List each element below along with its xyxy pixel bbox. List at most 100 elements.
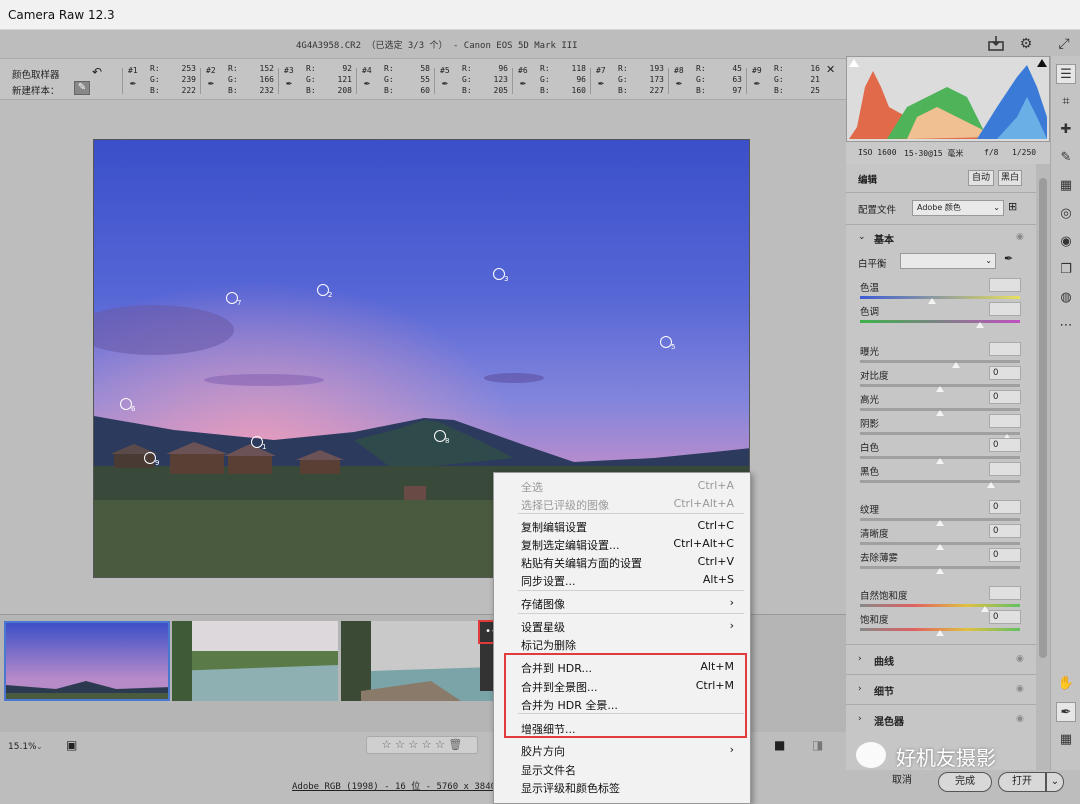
slider-value-input[interactable]: 0	[989, 438, 1021, 452]
filmstrip-options-icon[interactable]: ▣	[66, 738, 77, 752]
wb-eyedropper-icon[interactable]: ✒	[1004, 252, 1013, 265]
menu-item[interactable]: 显示文件名	[494, 760, 752, 778]
slider-value-input[interactable]	[989, 462, 1021, 476]
menu-item[interactable]: 同步设置... Alt+S	[494, 571, 752, 589]
thumbnail-2[interactable]	[172, 621, 338, 701]
sampler-pin-icon[interactable]: ✒	[130, 78, 136, 89]
profile-select[interactable]: Adobe 颜色 ⌄	[912, 200, 1004, 216]
menu-item[interactable]: 复制编辑设置 Ctrl+C	[494, 517, 752, 535]
menu-item[interactable]: 粘贴有关编辑方面的设置 Ctrl+V	[494, 553, 752, 571]
slider-handle[interactable]	[936, 386, 944, 392]
slider-track[interactable]	[860, 480, 1020, 483]
slider-handle[interactable]	[987, 482, 996, 488]
menu-item[interactable]: 标记为删除	[494, 635, 752, 653]
white-balance-select[interactable]: ⌄	[900, 253, 996, 269]
detail-section-title[interactable]: 细节	[874, 683, 894, 698]
hand-icon[interactable]: ✋	[1056, 674, 1076, 694]
zoom-level[interactable]: 15.1%	[8, 742, 37, 752]
slider-handle[interactable]	[980, 606, 989, 612]
sampler-pin-icon[interactable]: ✒	[520, 78, 526, 89]
edit-sliders-icon[interactable]: ☰	[1056, 64, 1076, 84]
crop-icon[interactable]: ⌗	[1056, 92, 1076, 112]
menu-item[interactable]: 存储图像 ›	[494, 594, 752, 612]
star-rating-stars[interactable]: ☆ ☆ ☆ ☆ ☆	[382, 738, 445, 751]
sampler-pin-icon[interactable]: ✒	[364, 78, 370, 89]
thumbnail-3[interactable]	[341, 621, 493, 701]
highlight-clipping-icon[interactable]	[1037, 59, 1047, 67]
snapshots-icon[interactable]: ❐	[1056, 260, 1076, 280]
slider-track[interactable]	[860, 320, 1020, 323]
slider-handle[interactable]	[928, 298, 936, 304]
slider-value-input[interactable]: 0	[989, 548, 1021, 562]
healing-icon[interactable]: ✚	[1056, 120, 1076, 140]
visibility-icon[interactable]: ◉	[1016, 232, 1024, 242]
sampler-pin-icon[interactable]: ✒	[286, 78, 292, 89]
visibility-icon[interactable]: ◉	[1016, 714, 1024, 724]
sampler-pin-icon[interactable]: ✒	[442, 78, 448, 89]
slider-value-input[interactable]	[989, 302, 1021, 316]
sampler-pin-icon[interactable]: ✒	[598, 78, 604, 89]
eyedropper-icon[interactable]: ✎	[74, 81, 90, 95]
slider-value-input[interactable]: 0	[989, 500, 1021, 514]
slider-handle[interactable]	[936, 410, 944, 416]
sample-marker-icon[interactable]: 2	[317, 284, 332, 299]
fullscreen-icon[interactable]: ⤢	[1054, 34, 1074, 54]
slider-handle[interactable]	[952, 362, 960, 368]
slider-value-input[interactable]	[989, 414, 1021, 428]
sampler-pin-icon[interactable]: ✒	[208, 78, 214, 89]
sampler-pin-icon[interactable]: ✒	[754, 78, 760, 89]
chevron-down-icon[interactable]: ⌄	[858, 232, 866, 242]
slider-handle[interactable]	[936, 458, 944, 464]
presets-icon[interactable]: ◍	[1056, 288, 1076, 308]
star-rating[interactable]: ☆ ☆ ☆ ☆ ☆ 🗑	[366, 736, 478, 754]
slider-handle[interactable]	[936, 520, 944, 526]
before-after-icon[interactable]: ◨	[812, 738, 823, 752]
slider-track[interactable]	[860, 360, 1020, 363]
open-button[interactable]: 打开	[998, 772, 1046, 792]
slider-handle[interactable]	[976, 322, 984, 328]
slider-track[interactable]	[860, 432, 1020, 435]
gradient-icon[interactable]: ▦	[1056, 176, 1076, 196]
chevron-right-icon[interactable]: ›	[858, 714, 862, 724]
slider-track[interactable]	[860, 296, 1020, 299]
bw-button[interactable]: 黑白	[998, 170, 1022, 186]
radial-filter-icon[interactable]: ◎	[1056, 204, 1076, 224]
chevron-right-icon[interactable]: ›	[858, 684, 862, 694]
visibility-icon[interactable]: ◉	[1016, 684, 1024, 694]
red-eye-icon[interactable]: ◉	[1056, 232, 1076, 252]
view-mode-icon[interactable]: ■	[774, 738, 785, 752]
sampler-pin-icon[interactable]: ✒	[676, 78, 682, 89]
slider-value-input[interactable]	[989, 278, 1021, 292]
basic-section-title[interactable]: 基本	[874, 231, 894, 246]
zoom-dropdown-icon[interactable]: ⌄	[36, 742, 43, 751]
menu-item[interactable]: 胶片方向 ›	[494, 741, 752, 759]
cancel-button[interactable]: 取消	[884, 772, 920, 792]
sample-marker-icon[interactable]: 1	[251, 436, 266, 451]
mixer-section-title[interactable]: 混色器	[874, 713, 904, 728]
slider-value-input[interactable]: 0	[989, 610, 1021, 624]
menu-item[interactable]: 设置星级 ›	[494, 617, 752, 635]
slider-track[interactable]	[860, 604, 1020, 607]
done-button[interactable]: 完成	[938, 772, 992, 792]
scrollbar-thumb[interactable]	[1039, 178, 1047, 658]
sample-marker-icon[interactable]: 3	[493, 268, 508, 283]
panel-scrollbar[interactable]	[1036, 164, 1050, 770]
slider-value-input[interactable]: 0	[989, 366, 1021, 380]
grid-icon[interactable]: ▦	[1056, 730, 1076, 750]
chevron-right-icon[interactable]: ›	[858, 654, 862, 664]
slider-value-input[interactable]	[989, 586, 1021, 600]
slider-value-input[interactable]	[989, 342, 1021, 356]
slider-handle[interactable]	[936, 544, 944, 550]
shadow-clipping-icon[interactable]	[849, 59, 859, 67]
trash-icon[interactable]: 🗑	[448, 738, 462, 751]
auto-button[interactable]: 自动	[968, 170, 994, 186]
menu-item[interactable]: 复制选定编辑设置... Ctrl+Alt+C	[494, 535, 752, 553]
color-sampler-icon[interactable]: ✒	[1056, 702, 1076, 722]
profile-browser-icon[interactable]: ⊞	[1008, 200, 1017, 213]
save-icon[interactable]	[986, 34, 1006, 54]
slider-handle[interactable]	[936, 630, 944, 636]
sample-marker-icon[interactable]: 5	[660, 336, 675, 351]
reset-icon[interactable]: ↶	[92, 65, 102, 79]
curve-section-title[interactable]: 曲线	[874, 653, 894, 668]
slider-handle[interactable]	[936, 568, 944, 574]
